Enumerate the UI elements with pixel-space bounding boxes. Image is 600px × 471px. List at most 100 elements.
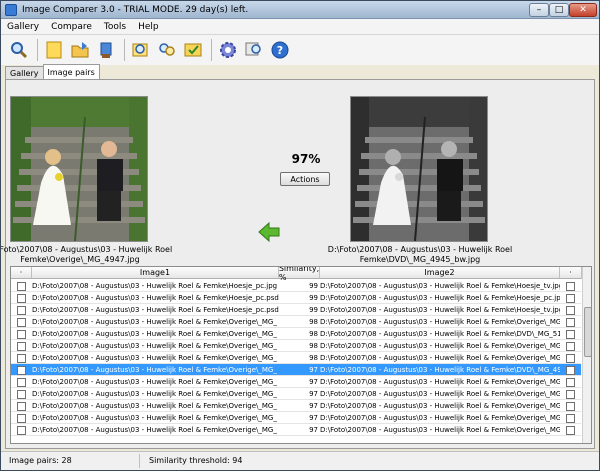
tab-strip: Gallery Image pairs [5,64,100,79]
row-image2: D:\Foto\2007\08 - Augustus\03 - Huwelijk… [320,402,560,410]
header-left-check[interactable]: · [11,267,32,279]
row-checkbox-right[interactable] [566,402,575,411]
row-checkbox-left[interactable] [17,390,26,399]
check-icon[interactable] [181,38,205,62]
row-checkbox-right[interactable] [566,330,575,339]
table-row[interactable]: D:\Foto\2007\08 - Augustus\03 - Huwelijk… [11,352,581,364]
table-row[interactable]: D:\Foto\2007\08 - Augustus\03 - Huwelijk… [11,304,581,316]
zoom-icon[interactable] [242,38,266,62]
copy-icon[interactable] [94,38,118,62]
row-checkbox-left[interactable] [17,354,26,363]
menu-compare[interactable]: Compare [45,22,98,32]
left-image-preview[interactable] [10,96,148,242]
svg-text:?: ? [277,44,283,57]
row-checkbox-right[interactable] [566,318,575,327]
maximize-icon: □ [554,5,564,15]
maximize-button[interactable]: □ [549,3,569,17]
row-similarity: 98 [309,318,318,326]
row-checkbox-right[interactable] [566,366,575,375]
help-icon[interactable]: ? [268,38,292,62]
row-similarity: 97 [309,426,318,434]
row-checkbox-right[interactable] [566,342,575,351]
row-image2: D:\Foto\2007\08 - Augustus\03 - Huwelijk… [320,390,560,398]
header-similarity[interactable]: Similarity, % [279,267,320,282]
row-image1: D:\Foto\2007\08 - Augustus\03 - Huwelijk… [32,342,277,350]
tab-image-pairs[interactable]: Image pairs [42,64,100,79]
row-checkbox-left[interactable] [17,426,26,435]
row-checkbox-right[interactable] [566,306,575,315]
menu-help[interactable]: Help [132,22,165,32]
row-similarity: 97 [309,366,318,374]
toolbar-separator [37,39,38,61]
row-checkbox-right[interactable] [566,294,575,303]
search-icon[interactable] [129,38,153,62]
header-image2[interactable]: Image2 [320,267,560,279]
table-row[interactable]: D:\Foto\2007\08 - Augustus\03 - Huwelijk… [11,328,581,340]
row-similarity: 99 [309,282,318,290]
open-folder-icon[interactable] [68,38,92,62]
row-checkbox-left[interactable] [17,306,26,315]
toolbar-separator [211,39,212,61]
row-image2: D:\Foto\2007\08 - Augustus\03 - Huwelijk… [320,306,560,314]
row-checkbox-right[interactable] [566,378,575,387]
row-checkbox-left[interactable] [17,378,26,387]
settings-icon[interactable] [216,38,240,62]
row-image1: D:\Foto\2007\08 - Augustus\03 - Huwelijk… [32,402,277,410]
window-title: Image Comparer 3.0 - TRIAL MODE. 29 day(… [22,4,249,15]
menu-gallery[interactable]: Gallery [1,22,45,32]
row-checkbox-right[interactable] [566,390,575,399]
row-checkbox-left[interactable] [17,342,26,351]
table-row[interactable]: D:\Foto\2007\08 - Augustus\03 - Huwelijk… [11,292,581,304]
vertical-scrollbar[interactable] [582,267,591,443]
row-checkbox-left[interactable] [17,414,26,423]
row-checkbox-right[interactable] [566,426,575,435]
table-row[interactable]: D:\Foto\2007\08 - Augustus\03 - Huwelijk… [11,316,581,328]
row-similarity: 97 [309,390,318,398]
row-image2: D:\Foto\2007\08 - Augustus\03 - Huwelijk… [320,342,560,350]
row-image2: D:\Foto\2007\08 - Augustus\03 - Huwelijk… [320,294,560,302]
row-checkbox-left[interactable] [17,318,26,327]
find-similar-icon[interactable] [155,38,179,62]
row-checkbox-left[interactable] [17,282,26,291]
row-image2: D:\Foto\2007\08 - Augustus\03 - Huwelijk… [320,318,560,326]
row-checkbox-right[interactable] [566,354,575,363]
row-checkbox-right[interactable] [566,282,575,291]
header-image1[interactable]: Image1 [32,267,279,279]
actions-button[interactable]: Actions [280,172,330,186]
tab-gallery[interactable]: Gallery [5,66,44,79]
table-row[interactable]: D:\Foto\2007\08 - Augustus\03 - Huwelijk… [11,340,581,352]
table-row[interactable]: D:\Foto\2007\08 - Augustus\03 - Huwelijk… [11,424,581,436]
status-bar: Image pairs: 28 Similarity threshold: 94 [1,451,599,470]
minimize-button[interactable]: – [529,3,549,17]
row-checkbox-left[interactable] [17,366,26,375]
title-bar[interactable]: Image Comparer 3.0 - TRIAL MODE. 29 day(… [1,1,599,19]
table-row[interactable]: D:\Foto\2007\08 - Augustus\03 - Huwelijk… [11,388,581,400]
menu-tools[interactable]: Tools [98,22,132,32]
menu-bar: Gallery Compare Tools Help [1,19,599,35]
table-row[interactable]: D:\Foto\2007\08 - Augustus\03 - Huwelijk… [11,364,581,376]
close-button[interactable]: ✕ [569,3,597,17]
compare-icon[interactable] [7,38,31,62]
toolbar-separator [124,39,125,61]
row-image2: D:\Foto\2007\08 - Augustus\03 - Huwelijk… [320,354,560,362]
row-image2: D:\Foto\2007\08 - Augustus\03 - Huwelijk… [320,330,560,338]
row-checkbox-left[interactable] [17,294,26,303]
new-icon[interactable] [42,38,66,62]
header-right-check[interactable]: · [560,267,582,279]
image-pairs-table: · Image1 Similarity, % Image2 · D:\Foto\… [10,266,592,444]
toolbar: ? [1,35,599,65]
row-image1: D:\Foto\2007\08 - Augustus\03 - Huwelijk… [32,390,277,398]
row-image2: D:\Foto\2007\08 - Augustus\03 - Huwelijk… [320,414,560,422]
arrow-left-icon[interactable] [258,221,280,244]
table-row[interactable]: D:\Foto\2007\08 - Augustus\03 - Huwelijk… [11,280,581,292]
status-image-pairs: Image pairs: 28 [9,456,72,465]
row-image2: D:\Foto\2007\08 - Augustus\03 - Huwelijk… [320,426,560,434]
table-row[interactable]: D:\Foto\2007\08 - Augustus\03 - Huwelijk… [11,412,581,424]
row-checkbox-left[interactable] [17,330,26,339]
table-row[interactable]: D:\Foto\2007\08 - Augustus\03 - Huwelijk… [11,400,581,412]
scrollbar-thumb[interactable] [584,307,591,357]
table-row[interactable]: D:\Foto\2007\08 - Augustus\03 - Huwelijk… [11,376,581,388]
row-checkbox-left[interactable] [17,402,26,411]
right-image-preview[interactable] [350,96,488,242]
row-checkbox-right[interactable] [566,414,575,423]
